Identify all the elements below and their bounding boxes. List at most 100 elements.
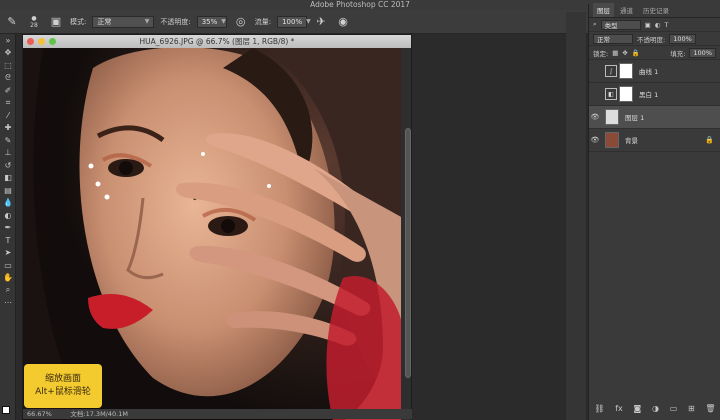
add-mask-icon[interactable]: ◙ xyxy=(634,404,642,413)
shape-tool-icon[interactable]: ▭ xyxy=(0,259,16,272)
mode-value: 正常 xyxy=(97,17,112,26)
opacity-label: 不透明度: xyxy=(160,17,191,26)
eraser-tool-icon[interactable]: ◧ xyxy=(0,172,16,185)
shortcut-hint-overlay: 缩放画面 Alt+鼠标滑轮 xyxy=(24,364,102,408)
marquee-tool-icon[interactable]: ⬚ xyxy=(0,59,16,72)
blend-opacity-row: 正常 不透明度: 100% xyxy=(589,32,720,46)
tab-history[interactable]: 历史记录 xyxy=(639,3,673,17)
brush-panel-icon[interactable]: ▣ xyxy=(48,14,64,30)
fill-label: 填充: xyxy=(670,49,686,58)
layer-mask-thumbnail[interactable] xyxy=(619,86,633,102)
brush-preset-picker[interactable]: ● 28 xyxy=(26,14,42,30)
filter-pixel-icon[interactable]: ▣ xyxy=(645,21,651,29)
lock-label: 锁定: xyxy=(593,49,609,58)
brush-tool-icon[interactable]: ✎ xyxy=(4,14,20,30)
eyedropper-tool-icon[interactable]: ⁄ xyxy=(0,109,16,122)
layer-name: 图层 1 xyxy=(625,114,645,122)
blend-mode-value: 正常 xyxy=(597,35,610,44)
new-group-icon[interactable]: ▭ xyxy=(670,404,678,413)
flow-value: 100% xyxy=(282,17,303,26)
history-brush-icon[interactable]: ↺ xyxy=(0,159,16,172)
collapsed-panel-icons xyxy=(566,12,586,420)
layer-row-background[interactable]: 👁 背景 🔒 xyxy=(589,129,720,152)
lasso-tool-icon[interactable]: ᘓ xyxy=(0,72,16,85)
scrollbar-thumb[interactable] xyxy=(405,128,411,378)
background-thumbnail[interactable] xyxy=(605,132,619,148)
document-window: HUA_6926.JPG @ 66.7% (图层 1, RGB/8) * 66.… xyxy=(22,34,413,420)
tools-panel: » ✥ ⬚ ᘓ ✐ ⌗ ⁄ ✚ ✎ ⊥ ↺ ◧ ▤ 💧 ◐ ✒ T ➤ ▭ ✋ … xyxy=(0,34,16,420)
brush-tool-icon[interactable]: ✎ xyxy=(0,134,16,147)
lock-position-icon[interactable]: ✥ xyxy=(622,49,627,57)
zoom-tool-icon[interactable]: ⌕ xyxy=(0,284,16,297)
chevron-down-icon: ▼ xyxy=(144,17,150,25)
collapse-icon[interactable]: » xyxy=(0,34,16,47)
layer-thumbnail[interactable] xyxy=(605,109,619,125)
adjustment-layer-icon[interactable]: ◑ xyxy=(652,404,659,413)
blur-tool-icon[interactable]: 💧 xyxy=(0,197,16,210)
document-titlebar: HUA_6926.JPG @ 66.7% (图层 1, RGB/8) * xyxy=(23,35,411,48)
layer-mask-thumbnail[interactable] xyxy=(619,63,633,79)
foreground-color[interactable] xyxy=(2,406,10,414)
gradient-tool-icon[interactable]: ▤ xyxy=(0,184,16,197)
dodge-tool-icon[interactable]: ◐ xyxy=(0,209,16,222)
document-size[interactable]: 文档:17.3M/40.1M xyxy=(70,410,128,418)
filter-type-icon[interactable]: T xyxy=(664,21,668,29)
stamp-tool-icon[interactable]: ⊥ xyxy=(0,147,16,160)
more-tools-icon[interactable]: ⋯ xyxy=(0,297,16,310)
layers-panel-footer: ⛓ fx ◙ ◑ ▭ ⊞ 🗑 xyxy=(589,400,720,416)
lock-icon: 🔒 xyxy=(705,136,714,144)
fill-field[interactable]: 100% xyxy=(689,47,716,58)
layer-name: 黑白 1 xyxy=(639,91,659,99)
tab-channels[interactable]: 通道 xyxy=(616,3,637,17)
tab-layers[interactable]: 图层 xyxy=(593,3,614,17)
fill-value: 100% xyxy=(693,48,712,57)
pen-tool-icon[interactable]: ✒ xyxy=(0,222,16,235)
hint-line-2: Alt+鼠标滑轮 xyxy=(35,387,91,397)
opacity-value: 35% xyxy=(201,17,218,26)
path-select-icon[interactable]: ➤ xyxy=(0,247,16,260)
lock-pixels-icon[interactable]: ▦ xyxy=(612,49,618,57)
vertical-scrollbar[interactable] xyxy=(401,48,411,420)
layer-row-layer1[interactable]: 👁 图层 1 xyxy=(589,106,720,129)
filter-adjust-icon[interactable]: ◐ xyxy=(655,21,661,29)
trash-icon[interactable]: 🗑 xyxy=(705,404,715,413)
layer-opacity-value: 100% xyxy=(673,34,692,43)
layer-opacity-field[interactable]: 100% xyxy=(669,33,696,44)
link-layers-icon[interactable]: ⛓ xyxy=(594,404,604,413)
chevron-down-icon: ▼ xyxy=(221,17,226,25)
layers-panel: 图层 通道 历史记录 ⌕ 类型 ▣ ◐ T 正常 不透明度: 100% 锁定: … xyxy=(588,3,720,420)
opacity-field[interactable]: 35% ▼ xyxy=(196,15,227,28)
layer-opacity-label: 不透明度: xyxy=(637,35,666,44)
new-layer-icon[interactable]: ⊞ xyxy=(688,404,695,413)
crop-tool-icon[interactable]: ⌗ xyxy=(0,97,16,110)
type-tool-icon[interactable]: T xyxy=(0,234,16,247)
lock-all-icon[interactable]: 🔒 xyxy=(632,49,640,57)
lock-fill-row: 锁定: ▦ ✥ 🔒 填充: 100% xyxy=(589,46,720,60)
filter-icon: ⌕ xyxy=(593,20,597,28)
pressure-size-icon[interactable]: ◉ xyxy=(335,14,351,30)
blend-mode-select[interactable]: 正常 xyxy=(593,33,633,44)
move-tool-icon[interactable]: ✥ xyxy=(0,47,16,60)
visibility-eye-icon[interactable]: 👁 xyxy=(589,136,601,144)
chevron-down-icon: ▼ xyxy=(306,17,311,25)
pressure-opacity-icon[interactable]: ◎ xyxy=(233,14,249,30)
healing-tool-icon[interactable]: ✚ xyxy=(0,122,16,135)
fx-icon[interactable]: fx xyxy=(615,404,623,413)
zoom-level[interactable]: 66.67% xyxy=(27,410,52,418)
flow-field[interactable]: 100% ▼ xyxy=(277,15,311,28)
color-swatches[interactable] xyxy=(2,406,14,418)
mode-label: 模式: xyxy=(70,17,87,26)
layer-row-curves[interactable]: ∫ 曲线 1 xyxy=(589,60,720,83)
flow-label: 流量: xyxy=(254,17,272,26)
layer-row-black-white[interactable]: ◧ 黑白 1 xyxy=(589,83,720,106)
kind-filter-select[interactable]: 类型 xyxy=(600,19,641,30)
hand-tool-icon[interactable]: ✋ xyxy=(0,272,16,285)
visibility-eye-icon[interactable]: 👁 xyxy=(589,113,601,121)
document-title: HUA_6926.JPG @ 66.7% (图层 1, RGB/8) * xyxy=(139,37,295,46)
mode-select[interactable]: 正常 ▼ xyxy=(92,15,155,28)
airbrush-icon[interactable]: ✈ xyxy=(313,14,329,30)
black-white-adjustment-icon: ◧ xyxy=(605,88,617,100)
panel-tabs: 图层 通道 历史记录 xyxy=(589,3,720,18)
quick-select-tool-icon[interactable]: ✐ xyxy=(0,84,16,97)
hint-line-1: 缩放画面 xyxy=(44,374,81,384)
